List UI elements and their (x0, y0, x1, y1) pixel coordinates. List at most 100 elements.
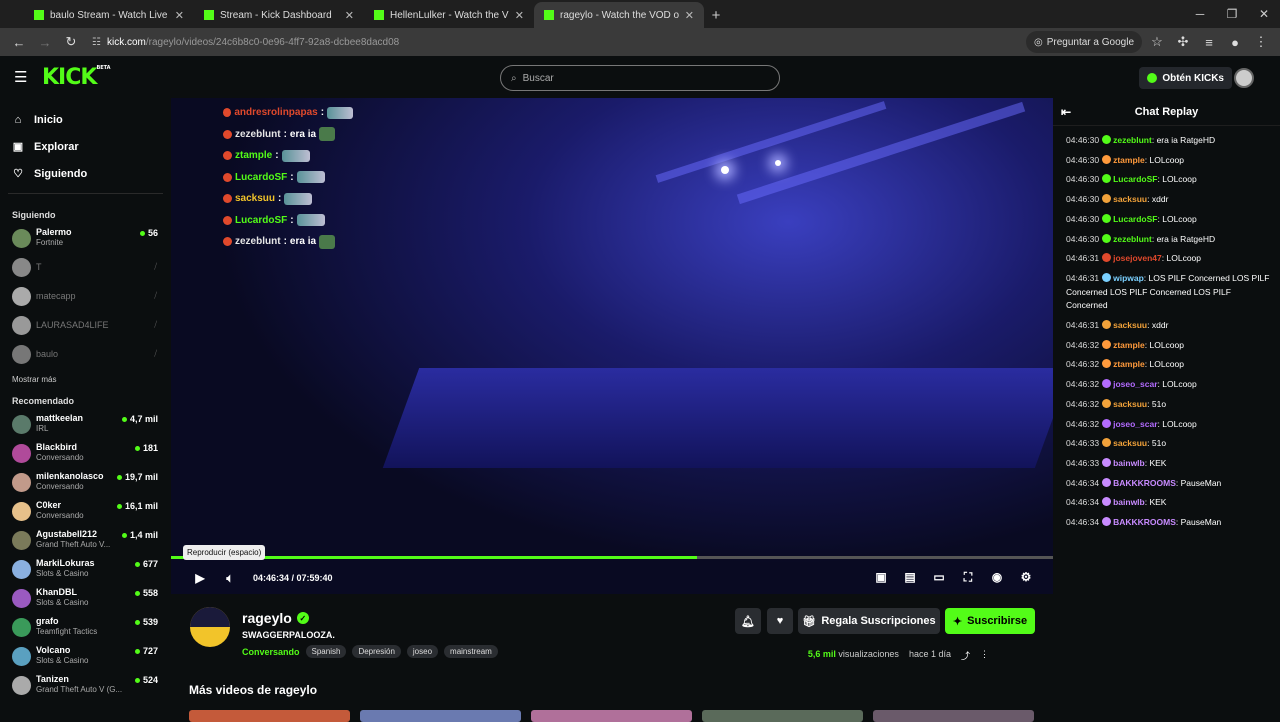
nav-item-inicio[interactable]: ⌂ Inicio (0, 106, 171, 133)
user-avatar[interactable] (1234, 68, 1254, 88)
sidebar-channel[interactable]: Agustabell212 Grand Theft Auto V... 1,4 mi… (0, 526, 171, 555)
chat-username[interactable]: ztample (1113, 359, 1145, 369)
channel-avatar[interactable] (190, 607, 230, 647)
chat-username[interactable]: sacksuu (1113, 438, 1147, 448)
media-icon[interactable]: ≡ (1198, 31, 1220, 53)
channel-name: baulo (36, 349, 59, 359)
chat-username[interactable]: sacksuu (1113, 194, 1147, 204)
browser-tab[interactable]: HellenLulker - Watch the VOD on Kick ✕ (364, 2, 534, 28)
video-thumbnail[interactable] (360, 710, 521, 722)
close-tab-icon[interactable]: ✕ (345, 9, 354, 22)
close-tab-icon[interactable]: ✕ (175, 9, 184, 22)
sidebar-channel[interactable]: grafo Teamfight Tactics 539 (0, 613, 171, 642)
video-thumbnail[interactable] (531, 710, 692, 722)
extensions-icon[interactable]: ✣ (1172, 31, 1194, 53)
chat-username[interactable]: joseo_scar (1113, 419, 1157, 429)
sidebar-channel[interactable]: Blackbird Conversando 181 (0, 439, 171, 468)
nav-item-siguiendo[interactable]: ♡ Siguiendo (0, 160, 171, 187)
chat-username[interactable]: ztample (1113, 155, 1145, 165)
speed-icon[interactable]: ◉ (990, 570, 1004, 585)
chat-username[interactable]: BAKKKROOMS (1113, 478, 1176, 488)
url-field[interactable]: ☷ kick.com/rageylo/videos/24c6b8c0-0e96-… (86, 31, 1022, 53)
sidebar-channel[interactable]: C0ker Conversando 16,1 mil (0, 497, 171, 526)
tag-pill[interactable]: Spanish (305, 645, 347, 658)
chat-username[interactable]: joseo_scar (1113, 379, 1157, 389)
sidebar-channel[interactable]: LAURASAD4LIFE ⧸ (0, 311, 171, 340)
chat-username[interactable]: bainwlb (1113, 497, 1145, 507)
sidebar-channel[interactable]: Volcano Slots & Casino 727 (0, 642, 171, 671)
follow-heart-icon[interactable]: ♥ (767, 608, 793, 634)
theater-mode-icon[interactable]: ▭ (932, 570, 946, 585)
chat-username[interactable]: LucardoSF (1113, 174, 1157, 184)
close-window-icon[interactable]: ✕ (1248, 0, 1280, 28)
kick-logo[interactable]: KICKBETA (42, 65, 111, 90)
video-thumbnail[interactable] (702, 710, 863, 722)
channel-avatar (12, 473, 31, 492)
browser-menu-icon[interactable]: ⋮ (1250, 31, 1272, 53)
category-link[interactable]: Conversando (242, 647, 300, 657)
minimize-icon[interactable]: ─ (1184, 0, 1216, 28)
sidebar-channel[interactable]: T ⧸ (0, 253, 171, 282)
chat-message: 04:46:32 ztample: LOLcoop (1066, 355, 1270, 375)
browser-tab[interactable]: baulo Stream - Watch Live on Kick ✕ (24, 2, 194, 28)
channel-name[interactable]: rageylo (242, 610, 292, 626)
chat-username[interactable]: bainwlb (1113, 458, 1145, 468)
volume-icon[interactable]: 🔈︎ (223, 571, 237, 586)
close-tab-icon[interactable]: ✕ (515, 9, 524, 22)
nav-label: Explorar (34, 140, 79, 153)
video-thumbnail[interactable] (873, 710, 1034, 722)
gift-subs-button[interactable]: 🎁︎ Regala Suscripciones (798, 608, 940, 634)
browser-tab[interactable]: Stream - Kick Dashboard ✕ (194, 2, 364, 28)
video-player[interactable]: andresrolinpapas: zezeblunt: era ia ztample… (171, 98, 1053, 594)
tag-pill[interactable]: Depresión (352, 645, 401, 658)
sidebar-channel[interactable]: MarkiLokuras Slots & Casino 677 (0, 555, 171, 584)
get-kicks-button[interactable]: Obtén KICKs (1139, 67, 1232, 89)
sidebar-channel[interactable]: Palermo Fortnite 56 (0, 224, 171, 253)
menu-icon[interactable]: ☰ (14, 68, 28, 86)
show-more-link[interactable]: Mostrar más (0, 369, 171, 390)
clip-icon[interactable]: ▤ (903, 570, 917, 585)
ask-google-button[interactable]: ◎ Preguntar a Google (1025, 31, 1142, 53)
play-icon[interactable]: ▶ (193, 571, 207, 585)
chat-username[interactable]: BAKKKROOMS (1113, 517, 1176, 527)
chat-username[interactable]: zezeblunt (1113, 135, 1152, 145)
profile-icon[interactable]: ● (1224, 31, 1246, 53)
chat-username[interactable]: josejoven47 (1113, 253, 1162, 263)
tag-pill[interactable]: joseo (406, 645, 439, 658)
chat-username[interactable]: sacksuu (1113, 399, 1147, 409)
subscribe-button[interactable]: ✦ Suscribirse (945, 608, 1035, 634)
video-thumbnail[interactable] (189, 710, 350, 722)
sidebar-channel[interactable]: Tanizen Grand Theft Auto V (G... 524 (0, 671, 171, 700)
sidebar-channel[interactable]: matecapp ⧸ (0, 282, 171, 311)
sidebar-channel[interactable]: KhanDBL Slots & Casino 558 (0, 584, 171, 613)
close-tab-icon[interactable]: ✕ (685, 9, 694, 22)
reload-icon[interactable]: ↻ (60, 31, 82, 53)
chat-username[interactable]: ztample (1113, 340, 1145, 350)
fullscreen-icon[interactable]: ⛶ (961, 570, 975, 585)
more-options-icon[interactable]: ⋮ (980, 649, 989, 662)
nav-item-explorar[interactable]: ▣ Explorar (0, 133, 171, 160)
collapse-chat-icon[interactable]: ⇤ (1061, 105, 1071, 119)
chat-username[interactable]: LucardoSF (1113, 214, 1157, 224)
miniplayer-icon[interactable]: ▣ (874, 570, 888, 585)
bell-icon[interactable]: 🔔︎ (735, 608, 761, 634)
site-info-icon[interactable]: ☷ (92, 37, 101, 48)
channel-category: Grand Theft Auto V (G... (36, 685, 123, 694)
search-input[interactable]: ⌕ Buscar (500, 65, 780, 91)
share-icon[interactable]: ⤴ (961, 649, 970, 662)
bookmark-star-icon[interactable]: ☆ (1146, 31, 1168, 53)
settings-icon[interactable]: ⚙ (1019, 570, 1033, 585)
forward-icon[interactable]: → (34, 31, 56, 53)
new-tab-button[interactable]: + (704, 2, 728, 28)
progress-bar[interactable] (171, 556, 1053, 559)
chat-username[interactable]: wipwap (1113, 273, 1144, 283)
maximize-icon[interactable]: ❐ (1216, 0, 1248, 28)
chat-username[interactable]: zezeblunt (1113, 234, 1152, 244)
back-icon[interactable]: ← (8, 31, 30, 53)
tag-pill[interactable]: mainstream (444, 645, 498, 658)
sidebar-channel[interactable]: mattkeelan IRL 4,7 mil (0, 410, 171, 439)
chat-username[interactable]: sacksuu (1113, 320, 1147, 330)
sidebar-channel[interactable]: baulo ⧸ (0, 340, 171, 369)
browser-tab[interactable]: rageylo - Watch the VOD on Kick ✕ (534, 2, 704, 28)
sidebar-channel[interactable]: milenkanolasco Conversando 19,7 mil (0, 468, 171, 497)
